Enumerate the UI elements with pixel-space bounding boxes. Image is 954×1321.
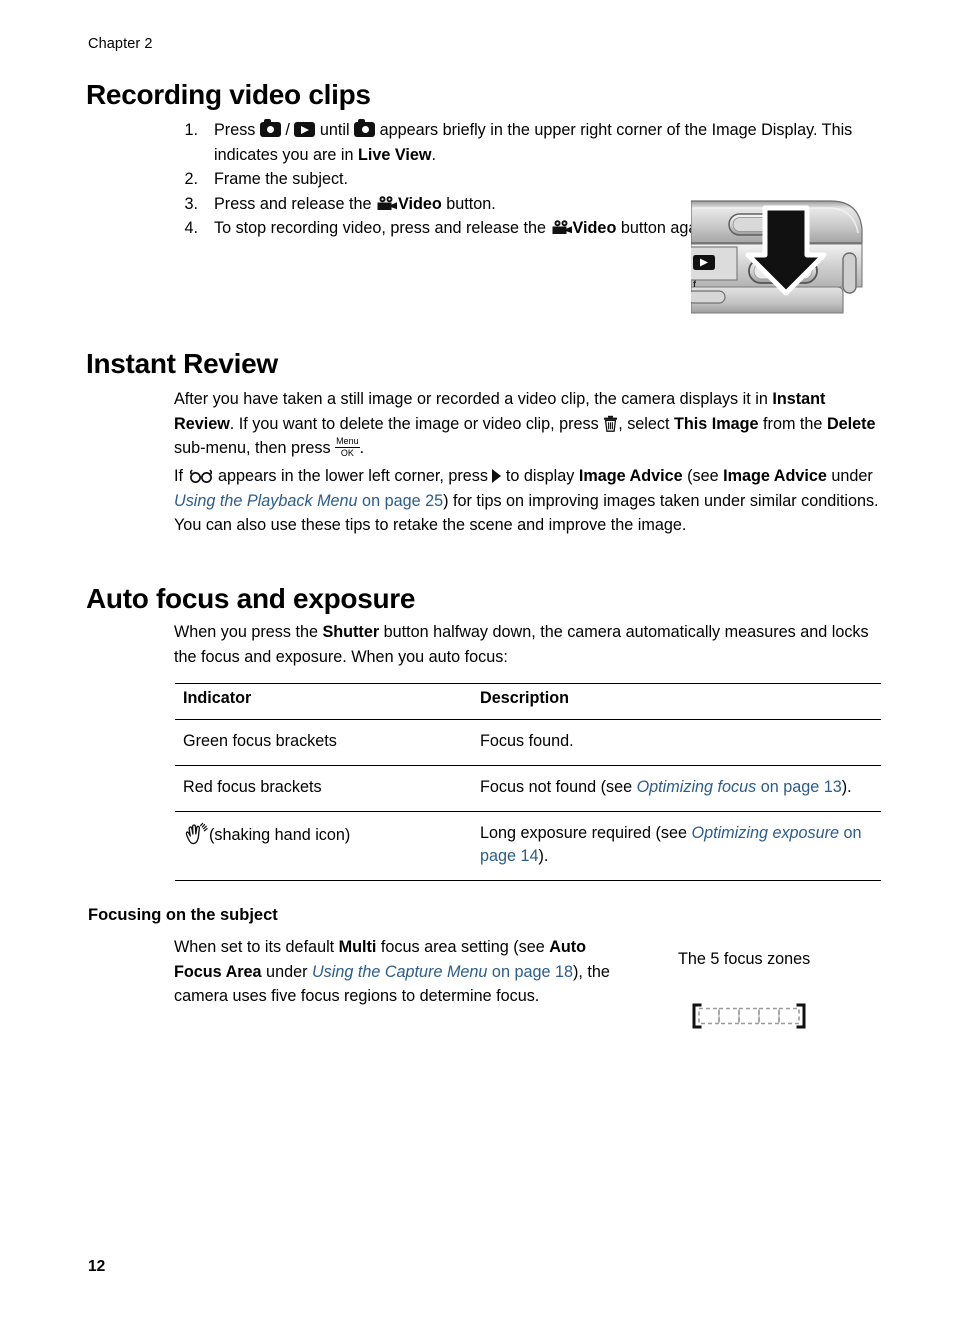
paragraph-part: . If you want to delete the image or vid… bbox=[229, 414, 604, 433]
paragraph-part: If bbox=[174, 467, 188, 485]
page-title-auto-focus-and-exposure: Auto focus and exposure bbox=[86, 583, 416, 614]
cell-text-part: ). bbox=[841, 778, 852, 796]
video-label: Video bbox=[572, 219, 617, 237]
list-item: 2. Frame the subject. bbox=[172, 167, 890, 192]
step-text-part: To stop recording video, press and relea… bbox=[214, 219, 551, 237]
image-advice-emphasis: Image Advice bbox=[723, 467, 827, 485]
optimizing-focus-link[interactable]: Optimizing focus bbox=[637, 778, 757, 796]
image-advice-emphasis: Image Advice bbox=[578, 467, 683, 485]
menu-ok-bottom-label: OK bbox=[340, 448, 354, 458]
paragraph-part: under bbox=[826, 467, 873, 485]
step-text-part: / bbox=[280, 121, 295, 139]
capture-menu-link[interactable]: Using the Capture Menu bbox=[312, 963, 487, 981]
video-camera-icon bbox=[551, 220, 573, 236]
capture-menu-page-link[interactable]: on page 18 bbox=[487, 963, 573, 981]
video-label: Video bbox=[397, 194, 442, 213]
column-header-description: Description bbox=[472, 683, 881, 720]
focus-zones-caption: The 5 focus zones bbox=[678, 950, 811, 968]
instant-review-paragraph-2: If appears in the lower left corner, pre… bbox=[174, 464, 884, 538]
list-number: 2. bbox=[184, 170, 198, 188]
list-item: 1. Press / until appears briefly in the … bbox=[172, 118, 890, 167]
step-text: To stop recording video, press and relea… bbox=[214, 219, 714, 237]
cell-text-part: Focus not found (see bbox=[480, 778, 637, 796]
focus-zones-figure: The 5 focus zones bbox=[678, 948, 888, 970]
step-text-part: until bbox=[315, 121, 355, 139]
still-camera-icon bbox=[259, 119, 281, 137]
instant-review-paragraph-1: After you have taken a still image or re… bbox=[174, 387, 884, 461]
cell-text-part: Long exposure required (see bbox=[480, 824, 692, 842]
still-camera-icon bbox=[354, 119, 376, 137]
paragraph-part: appears in the lower left corner, press bbox=[213, 467, 493, 485]
table-header: Indicator Description bbox=[175, 683, 881, 720]
step-text-part: button. bbox=[441, 194, 496, 213]
playback-icon bbox=[294, 122, 316, 137]
optimizing-focus-page-link[interactable]: on page 13 bbox=[756, 778, 842, 796]
paragraph-part: focus area setting (see bbox=[376, 938, 550, 956]
paragraph-part: from the bbox=[758, 414, 827, 433]
this-image-emphasis: This Image bbox=[674, 414, 759, 433]
playback-menu-link[interactable]: Using the Playback Menu bbox=[174, 492, 358, 510]
list-number: 1. bbox=[184, 121, 198, 139]
step-text: Frame the subject. bbox=[214, 170, 349, 188]
table-row: Red focus brackets Focus not found (see … bbox=[175, 766, 881, 812]
list-number: 3. bbox=[184, 194, 198, 213]
eyeglasses-icon bbox=[188, 469, 214, 483]
paragraph-part: under bbox=[261, 962, 312, 981]
chapter-label: Chapter 2 bbox=[88, 36, 153, 52]
cell-indicator: Red focus brackets bbox=[183, 778, 322, 796]
step-text-part: Press bbox=[214, 121, 260, 139]
focusing-paragraph: When set to its default Multi focus area… bbox=[174, 935, 610, 1009]
table-row: (shaking hand icon) Long exposure requir… bbox=[175, 812, 881, 881]
paragraph-part: to display bbox=[501, 467, 579, 485]
shaking-hand-label: (shaking hand icon) bbox=[209, 826, 351, 844]
step-text-part: Press and release the bbox=[214, 194, 376, 213]
page-title-focusing-on-the-subject: Focusing on the subject bbox=[88, 906, 278, 924]
cell-indicator: (shaking hand icon) bbox=[175, 812, 472, 881]
live-view-emphasis: Live View bbox=[357, 145, 432, 164]
paragraph-part: When set to its default bbox=[174, 938, 339, 956]
paragraph-part: sub-menu, then press bbox=[174, 439, 336, 457]
trash-icon bbox=[603, 415, 618, 432]
list-number: 4. bbox=[184, 219, 198, 237]
paragraph-part: After you have taken a still image or re… bbox=[174, 390, 773, 408]
focus-zones-graphic bbox=[689, 1003, 809, 1030]
shaking-hand-icon bbox=[183, 822, 209, 847]
cell-indicator: Green focus brackets bbox=[183, 732, 337, 750]
paragraph-part: When you press the bbox=[174, 623, 323, 641]
multi-emphasis: Multi bbox=[338, 938, 377, 956]
video-camera-icon bbox=[376, 195, 398, 212]
table-row: Green focus brackets Focus found. bbox=[175, 720, 881, 766]
page-title-instant-review: Instant Review bbox=[86, 348, 278, 379]
table-header-row: Indicator Description bbox=[175, 683, 881, 720]
page-title-recording-video-clips: Recording video clips bbox=[86, 79, 371, 110]
delete-emphasis: Delete bbox=[826, 414, 876, 433]
auto-focus-paragraph: When you press the Shutter button halfwa… bbox=[174, 620, 888, 669]
cell-text-part: Focus found. bbox=[480, 732, 574, 750]
cell-description: Long exposure required (see Optimizing e… bbox=[472, 812, 881, 881]
cell-description: Focus found. bbox=[472, 720, 881, 766]
paragraph-part: . bbox=[359, 439, 365, 457]
menu-ok-top-label: Menu bbox=[335, 436, 360, 448]
arrow-right-icon bbox=[492, 469, 502, 483]
step-text-part: . bbox=[431, 145, 436, 164]
playback-menu-page-link[interactable]: on page 25 bbox=[358, 492, 443, 510]
column-header-indicator: Indicator bbox=[175, 683, 472, 720]
step-text: Press and release the Video button. bbox=[214, 195, 496, 213]
optimizing-exposure-link[interactable]: Optimizing exposure bbox=[691, 824, 839, 842]
paragraph-part: , select bbox=[618, 414, 674, 433]
paragraph-part: (see bbox=[682, 467, 724, 485]
table-body: Green focus brackets Focus found. Red fo… bbox=[175, 720, 881, 881]
cell-description: Focus not found (see Optimizing focus on… bbox=[472, 766, 881, 812]
step-text: Press / until appears briefly in the upp… bbox=[214, 119, 852, 164]
menu-ok-icon: Menu OK bbox=[335, 437, 360, 458]
indicator-description-table: Indicator Description Green focus bracke… bbox=[175, 683, 881, 881]
camera-illustration: f bbox=[691, 195, 865, 318]
document-page: Chapter 2 Recording video clips 1. Press… bbox=[0, 0, 954, 1321]
cell-text-part: ). bbox=[538, 847, 549, 865]
shutter-emphasis: Shutter bbox=[322, 623, 380, 641]
page-number: 12 bbox=[88, 1258, 106, 1275]
